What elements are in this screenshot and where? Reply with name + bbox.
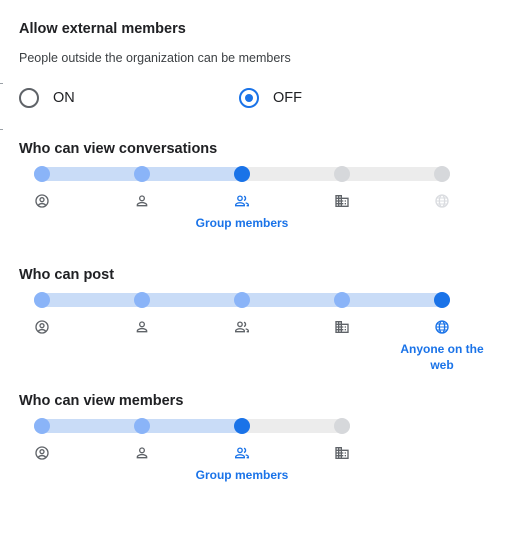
- radio-off[interactable]: OFF: [239, 86, 302, 110]
- slider-knob[interactable]: [334, 418, 350, 434]
- domain-icon: [334, 445, 350, 461]
- group-icon: [234, 193, 250, 209]
- radio-on-circle[interactable]: [19, 88, 39, 108]
- view-members-heading: Who can view members: [19, 393, 184, 409]
- account-circle-icon: [34, 445, 50, 461]
- radio-on-label: ON: [53, 90, 75, 106]
- step-caption: Group members: [195, 468, 289, 482]
- slider-knob[interactable]: [134, 292, 150, 308]
- radio-on[interactable]: ON: [19, 86, 75, 110]
- domain-icon: [334, 193, 350, 209]
- account-circle-icon: [34, 193, 50, 209]
- domain-icon: [334, 319, 350, 335]
- slider-knob[interactable]: [334, 166, 350, 182]
- person-icon: [134, 445, 150, 461]
- view-conversations-heading: Who can view conversations: [19, 141, 218, 157]
- slider-knob[interactable]: [334, 292, 350, 308]
- slider-knob[interactable]: [34, 292, 50, 308]
- allow-external-members-description: People outside the organization can be m…: [19, 51, 291, 65]
- left-edge-divider: [0, 129, 3, 130]
- view-members-slider[interactable]: Group members: [0, 418, 516, 539]
- slider-knob[interactable]: [234, 418, 250, 434]
- slider-knob[interactable]: [134, 166, 150, 182]
- radio-off-circle[interactable]: [239, 88, 259, 108]
- slider-knob[interactable]: [134, 418, 150, 434]
- group-icon: [234, 445, 250, 461]
- person-icon: [134, 319, 150, 335]
- slider-knob[interactable]: [434, 166, 450, 182]
- slider-knob[interactable]: [34, 166, 50, 182]
- globe-icon: [434, 319, 450, 335]
- account-circle-icon: [34, 319, 50, 335]
- slider-knob[interactable]: [234, 166, 250, 182]
- globe-icon: [434, 193, 450, 209]
- radio-off-label: OFF: [273, 90, 302, 106]
- slider-knob[interactable]: [234, 292, 250, 308]
- group-icon: [234, 319, 250, 335]
- who-can-post-heading: Who can post: [19, 267, 115, 283]
- left-edge-divider: [0, 83, 3, 84]
- step-caption: Anyone on the web: [400, 342, 484, 372]
- slider-knob[interactable]: [434, 292, 450, 308]
- allow-external-members-heading: Allow external members: [19, 21, 186, 37]
- step-caption: Group members: [195, 216, 289, 230]
- person-icon: [134, 193, 150, 209]
- slider-knob[interactable]: [34, 418, 50, 434]
